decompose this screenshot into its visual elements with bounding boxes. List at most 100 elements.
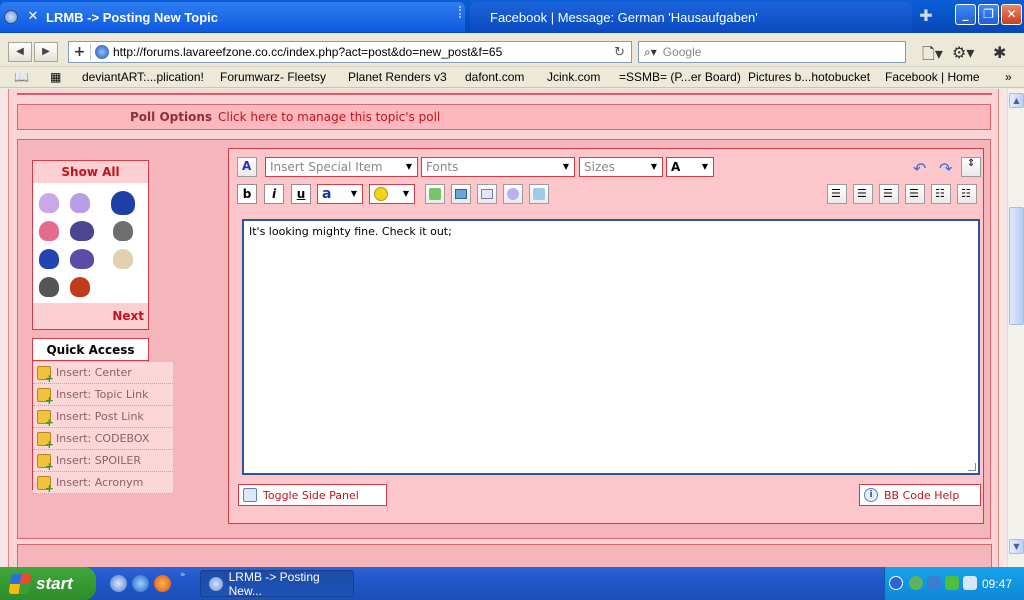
bookmark-item[interactable]: Forumwarz- Fleetsy: [220, 70, 326, 84]
new-tab-icon[interactable]: ✚: [916, 6, 936, 26]
quick-access-label: Insert: Center: [56, 366, 132, 379]
quick-access-item[interactable]: Insert: Post Link: [33, 406, 173, 429]
bb-code-help-button[interactable]: i BB Code Help: [859, 484, 981, 506]
text-color-select[interactable]: A ▼: [666, 157, 714, 177]
scroll-thumb[interactable]: [1009, 207, 1024, 325]
align-right-icon[interactable]: ☰: [905, 184, 925, 204]
underline-button[interactable]: u: [291, 184, 311, 204]
tab-active[interactable]: ✕ LRMB -> Posting New Topic: [0, 2, 465, 32]
chevron-right-icon[interactable]: »: [1005, 70, 1012, 84]
book-icon[interactable]: 📖: [14, 70, 29, 84]
bookmark-item[interactable]: Planet Renders v3: [348, 70, 447, 84]
bookmark-item[interactable]: Jcink.com: [547, 70, 600, 84]
address-bar[interactable]: + http://forums.lavareefzone.co.cc/index…: [68, 41, 632, 63]
quick-access-item[interactable]: Insert: Center: [33, 362, 173, 385]
back-button[interactable]: ◀: [8, 42, 32, 62]
tab-inactive[interactable]: Facebook | Message: German 'Hausaufgaben…: [470, 2, 912, 32]
scroll-up-icon[interactable]: ▲: [1009, 93, 1024, 108]
insert-image-icon[interactable]: [451, 184, 471, 204]
tray-icon[interactable]: [909, 576, 923, 590]
globe-icon: [95, 45, 109, 59]
bug-icon[interactable]: ✱: [993, 43, 1006, 62]
smiley-select[interactable]: ▼: [369, 184, 415, 204]
network-icon[interactable]: [945, 576, 959, 590]
select-value: Fonts: [426, 160, 459, 174]
insert-link-icon[interactable]: [425, 184, 445, 204]
page-content: Poll Options Click here to manage this t…: [0, 89, 1007, 567]
fonts-select[interactable]: Fonts ▼: [421, 157, 575, 177]
align-left-icon[interactable]: ☰: [853, 184, 873, 204]
post-body-textarea[interactable]: It's looking mighty fine. Check it out;: [242, 219, 980, 475]
indent-icon[interactable]: ☰: [827, 184, 847, 204]
insert-quote-icon[interactable]: [503, 184, 523, 204]
quick-access-item[interactable]: Insert: SPOILER: [33, 450, 173, 473]
emoticon-icon[interactable]: [113, 221, 133, 241]
sizes-select[interactable]: Sizes ▼: [579, 157, 663, 177]
bookmark-item[interactable]: Pictures b...hotobucket: [748, 70, 870, 84]
show-all-emoticons-link[interactable]: Show All: [33, 161, 148, 183]
emoticon-icon[interactable]: [70, 221, 94, 241]
minimize-button[interactable]: _: [955, 4, 976, 25]
chevron-icon[interactable]: »: [180, 570, 186, 580]
undo-icon[interactable]: ↶: [913, 159, 926, 178]
emoticon-icon[interactable]: [70, 277, 90, 297]
chevron-down-icon: ▼: [701, 162, 709, 171]
redo-icon[interactable]: ↷: [939, 159, 952, 178]
tab-grip-icon: [451, 6, 461, 18]
quicklaunch-icon[interactable]: [110, 575, 127, 592]
quick-access-item[interactable]: Insert: CODEBOX: [33, 428, 173, 451]
quick-access-item[interactable]: Insert: Acronym: [33, 472, 173, 495]
vertical-scrollbar[interactable]: ▲ ▼: [1007, 89, 1024, 567]
emoticon-icon[interactable]: [113, 249, 133, 269]
font-color-select[interactable]: a ▼: [317, 184, 363, 204]
resize-icon[interactable]: ⇕: [961, 157, 981, 177]
navigation-bar: ◀ ▶ + http://forums.lavareefzone.co.cc/i…: [0, 33, 1024, 67]
next-emoticons-link[interactable]: Next: [33, 303, 148, 329]
ordered-list-icon[interactable]: ☷: [931, 184, 951, 204]
textarea-resize-icon[interactable]: [968, 463, 976, 471]
firefox-icon[interactable]: [154, 575, 171, 592]
search-input[interactable]: ⌕▾ Google: [638, 41, 906, 63]
insert-code-icon[interactable]: [529, 184, 549, 204]
bookmark-item[interactable]: deviantART:...plication!: [82, 70, 204, 84]
scroll-down-icon[interactable]: ▼: [1009, 539, 1024, 554]
emoticon-icon[interactable]: [39, 193, 59, 213]
grid-icon[interactable]: ▦: [50, 70, 61, 84]
unordered-list-icon[interactable]: ☷: [957, 184, 977, 204]
emoticon-icon[interactable]: [111, 191, 135, 215]
bold-button[interactable]: b: [237, 184, 257, 204]
italic-button[interactable]: i: [264, 184, 284, 204]
reload-icon[interactable]: ↻: [614, 45, 625, 60]
tray-icon[interactable]: [927, 576, 941, 590]
emoticon-icon[interactable]: [39, 277, 59, 297]
emoticon-icon[interactable]: [70, 193, 90, 213]
volume-icon[interactable]: [963, 576, 977, 590]
quicklaunch-icon[interactable]: [132, 575, 149, 592]
start-button[interactable]: start: [0, 567, 96, 600]
add-bookmark-icon[interactable]: +: [69, 44, 91, 60]
insert-special-item-select[interactable]: Insert Special Item ▼: [265, 157, 418, 177]
taskbar-item-browser[interactable]: LRMB -> Posting New...: [200, 570, 354, 598]
gear-icon[interactable]: ⚙▾: [952, 43, 974, 62]
bb-code-help-label: BB Code Help: [884, 488, 960, 502]
page-menu-icon[interactable]: 🗋▾: [922, 43, 943, 70]
bookmark-item[interactable]: =SSMB= (P...er Board): [619, 70, 741, 84]
emoticon-icon[interactable]: [70, 249, 94, 269]
maximize-button[interactable]: ❐: [978, 4, 999, 25]
align-center-icon[interactable]: ☰: [879, 184, 899, 204]
bookmark-item[interactable]: Facebook | Home: [885, 70, 980, 84]
close-tab-icon[interactable]: ✕: [26, 10, 40, 24]
close-window-button[interactable]: ✕: [1001, 4, 1022, 25]
chevron-down-icon: ▼: [402, 189, 410, 198]
toggle-side-panel-button[interactable]: Toggle Side Panel: [238, 484, 387, 506]
clear-format-icon[interactable]: A: [237, 157, 257, 177]
chevron-left-icon[interactable]: [889, 576, 903, 590]
quick-access-item[interactable]: Insert: Topic Link: [33, 384, 173, 407]
emoticon-icon[interactable]: [39, 249, 59, 269]
forward-button[interactable]: ▶: [34, 42, 58, 62]
emoticon-icon[interactable]: [39, 221, 59, 241]
insert-email-icon[interactable]: [477, 184, 497, 204]
manage-poll-link[interactable]: Click here to manage this topic's poll: [218, 110, 440, 124]
bookmark-item[interactable]: dafont.com: [465, 70, 524, 84]
url-text[interactable]: http://forums.lavareefzone.co.cc/index.p…: [113, 45, 502, 59]
